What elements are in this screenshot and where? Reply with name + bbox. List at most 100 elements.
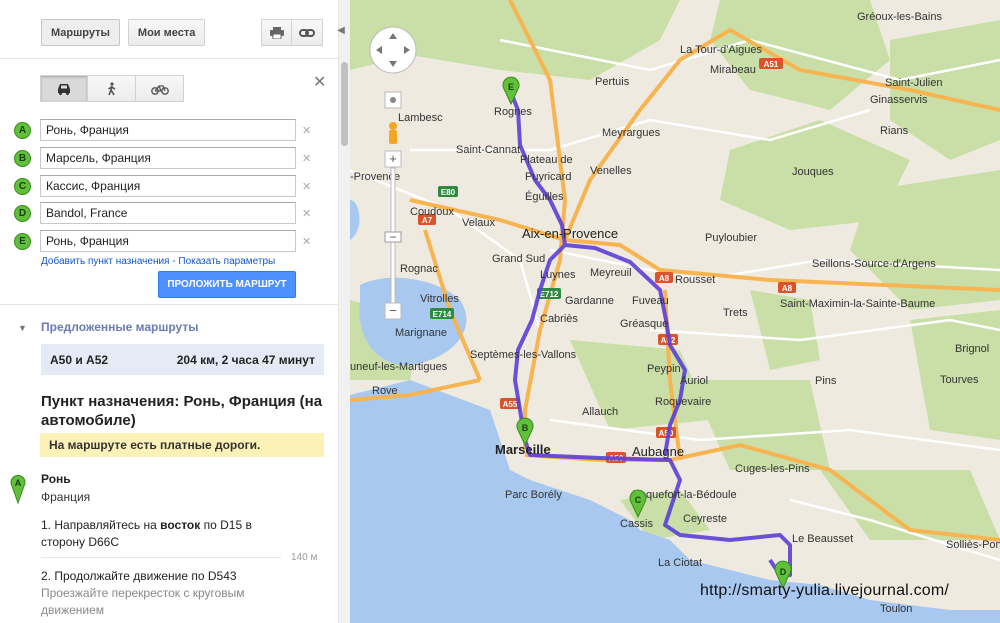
svg-text:Aubagne: Aubagne bbox=[632, 444, 684, 459]
remove-waypoint-icon[interactable]: ✕ bbox=[302, 180, 311, 193]
map-canvas[interactable]: A51 A8 A7 A8 E714 E712 A55 A50 A50 A52 E… bbox=[350, 0, 1000, 623]
svg-text:Rognes: Rognes bbox=[494, 106, 532, 118]
remove-waypoint-icon[interactable]: ✕ bbox=[302, 124, 311, 137]
close-icon[interactable]: ✕ bbox=[313, 72, 326, 92]
svg-text:Gardanne: Gardanne bbox=[565, 295, 614, 307]
routes-button[interactable]: Маршруты bbox=[41, 19, 120, 46]
svg-text:Roquevaire: Roquevaire bbox=[655, 396, 711, 408]
step-note: Проезжайте перекресток с круговым движен… bbox=[41, 586, 245, 617]
waypoint-input[interactable]: Bandol, France bbox=[40, 202, 296, 224]
link-button[interactable] bbox=[292, 19, 323, 46]
route-name: A50 и A52 bbox=[50, 352, 109, 367]
svg-text:Saint-Julien: Saint-Julien bbox=[885, 77, 942, 89]
svg-text:B: B bbox=[522, 423, 529, 433]
svg-text:Rognac: Rognac bbox=[400, 263, 438, 275]
walk-icon bbox=[107, 81, 115, 95]
svg-text:D: D bbox=[780, 567, 787, 577]
show-options-link[interactable]: Показать параметры bbox=[178, 256, 275, 267]
remove-waypoint-icon[interactable]: ✕ bbox=[302, 235, 311, 248]
svg-text:Venelles: Venelles bbox=[590, 165, 632, 177]
svg-text:Cuges-les-Pins: Cuges-les-Pins bbox=[735, 463, 810, 475]
pan-control[interactable] bbox=[369, 26, 417, 74]
waypoint-links: Добавить пункт назначения - Показать пар… bbox=[41, 256, 276, 267]
triangle-down-icon[interactable]: ▼ bbox=[18, 323, 27, 333]
directions-panel: Маршруты Мои места ✕ A Ронь, Франция ✕ B… bbox=[0, 0, 338, 623]
my-places-button[interactable]: Мои места bbox=[127, 19, 206, 46]
svg-text:Marignane: Marignane bbox=[395, 327, 447, 339]
waypoint-row-e: E Ронь, Франция ✕ bbox=[14, 230, 311, 252]
svg-text:Solliès-Pon: Solliès-Pon bbox=[946, 539, 1000, 551]
add-destination-link[interactable]: Добавить пункт назначения bbox=[41, 256, 169, 267]
svg-text:A55: A55 bbox=[503, 400, 518, 409]
print-icon bbox=[269, 26, 284, 39]
toll-warning: На маршруте есть платные дороги. bbox=[40, 433, 324, 457]
collapse-panel-icon[interactable]: ◀ bbox=[336, 24, 346, 38]
svg-text:Meyrargues: Meyrargues bbox=[602, 127, 661, 139]
waypoint-input[interactable]: Ронь, Франция bbox=[40, 230, 296, 252]
svg-text:E712: E712 bbox=[540, 290, 559, 299]
svg-text:Roquefort-la-Bédoule: Roquefort-la-Bédoule bbox=[632, 489, 737, 501]
svg-text:E714: E714 bbox=[433, 310, 452, 319]
svg-text:Fuveau: Fuveau bbox=[632, 295, 669, 307]
svg-text:Cabriès: Cabriès bbox=[540, 313, 578, 325]
svg-text:A8: A8 bbox=[782, 284, 793, 293]
get-directions-button[interactable]: ПРОЛОЖИТЬ МАРШРУТ bbox=[158, 271, 296, 298]
remove-waypoint-icon[interactable]: ✕ bbox=[302, 207, 311, 220]
waypoint-row-c: C Кассис, Франция ✕ bbox=[14, 175, 311, 197]
svg-text:Ginasservis: Ginasservis bbox=[870, 94, 928, 106]
svg-text:Éguilles: Éguilles bbox=[525, 190, 564, 203]
bicycle-icon bbox=[150, 84, 169, 95]
svg-text:−: − bbox=[389, 303, 397, 318]
waypoint-row-b: B Марсель, Франция ✕ bbox=[14, 147, 311, 169]
remove-waypoint-icon[interactable]: ✕ bbox=[302, 152, 311, 165]
waypoint-row-d: D Bandol, France ✕ bbox=[14, 202, 311, 224]
waypoint-input[interactable]: Марсель, Франция bbox=[40, 147, 296, 169]
suggested-routes-heading[interactable]: Предложенные маршруты bbox=[41, 320, 199, 334]
svg-text:Vitrolles: Vitrolles bbox=[420, 293, 459, 305]
waypoint-marker-icon: E bbox=[14, 232, 31, 250]
share-tools bbox=[261, 19, 323, 46]
svg-text:E: E bbox=[508, 82, 514, 92]
svg-text:Toulon: Toulon bbox=[880, 603, 912, 615]
svg-text:Rove: Rove bbox=[372, 385, 398, 397]
svg-text:Gréasque: Gréasque bbox=[620, 318, 668, 330]
svg-text:Mirabeau: Mirabeau bbox=[710, 64, 756, 76]
svg-text:Luynes: Luynes bbox=[540, 269, 576, 281]
direction-step[interactable]: 2. Продолжайте движение по D543 Проезжай… bbox=[41, 568, 291, 619]
direction-step[interactable]: 1. Направляйтесь на восток по D15 в стор… bbox=[41, 517, 291, 551]
svg-text:Puyloubier: Puyloubier bbox=[705, 232, 757, 244]
svg-text:Ceyreste: Ceyreste bbox=[683, 513, 727, 525]
waypoint-input[interactable]: Ронь, Франция bbox=[40, 119, 296, 141]
divider bbox=[0, 304, 338, 305]
car-mode-button[interactable] bbox=[40, 75, 88, 102]
start-marker-icon: A bbox=[10, 474, 26, 504]
svg-text:Trets: Trets bbox=[723, 307, 748, 319]
svg-text:Auriol: Auriol bbox=[680, 375, 708, 387]
panel-scrollbar[interactable] bbox=[338, 0, 350, 623]
svg-text:Coudoux: Coudoux bbox=[410, 206, 455, 218]
svg-text:Saint-Cannat: Saint-Cannat bbox=[456, 144, 520, 156]
scrollbar-thumb[interactable] bbox=[341, 62, 348, 146]
divider bbox=[0, 58, 338, 59]
print-button[interactable] bbox=[261, 19, 292, 46]
svg-text:Jouques: Jouques bbox=[792, 166, 834, 178]
bike-mode-button[interactable] bbox=[136, 75, 184, 102]
svg-text:A51: A51 bbox=[764, 60, 779, 69]
waypoint-marker-icon: C bbox=[14, 177, 31, 195]
waypoint-input[interactable]: Кассис, Франция bbox=[40, 175, 296, 197]
pegman-icon[interactable] bbox=[389, 122, 397, 144]
svg-text:A8: A8 bbox=[659, 274, 670, 283]
route-option[interactable]: A50 и A52 204 км, 2 часа 47 минут bbox=[41, 344, 324, 375]
step-distance: 140 м bbox=[291, 552, 318, 563]
destination-title: Пункт назначения: Ронь, Франция (на авто… bbox=[41, 393, 323, 429]
walk-mode-button[interactable] bbox=[88, 75, 136, 102]
car-icon bbox=[58, 83, 70, 95]
svg-text:Lambesc: Lambesc bbox=[398, 112, 443, 124]
svg-text:Cassis: Cassis bbox=[620, 518, 654, 530]
svg-text:Aix-en-Provence: Aix-en-Provence bbox=[522, 226, 618, 241]
waypoint-marker-icon: A bbox=[14, 121, 31, 139]
top-toolbar: Маршруты Мои места bbox=[41, 19, 206, 46]
svg-text:Peypin: Peypin bbox=[647, 363, 681, 375]
svg-text:uneuf-les-Martigues: uneuf-les-Martigues bbox=[350, 361, 448, 373]
travel-mode-selector bbox=[40, 75, 184, 102]
